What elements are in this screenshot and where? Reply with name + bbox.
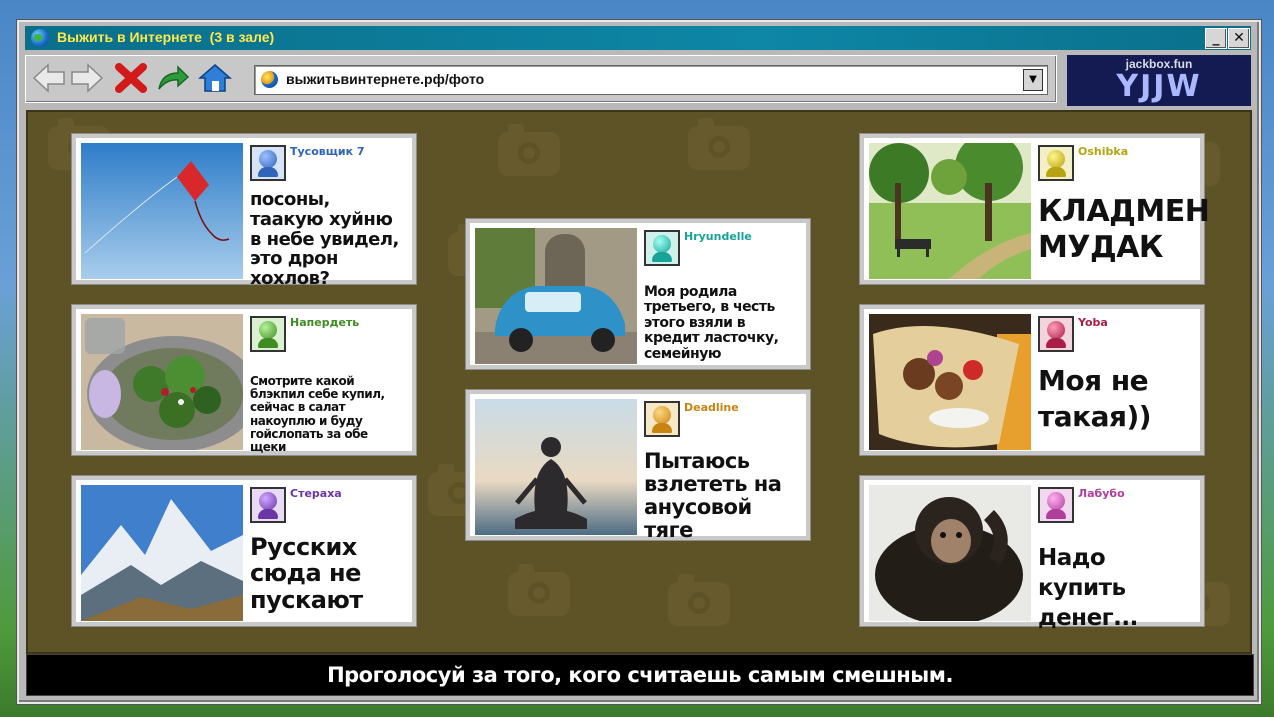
camera-pattern-icon <box>688 118 750 170</box>
title-bar[interactable]: Выжить в Интернете (3 в зале) _ ✕ <box>25 26 1251 50</box>
room-code: YJJW <box>1116 69 1202 104</box>
camera-pattern-icon <box>508 564 570 616</box>
avatar <box>250 316 286 352</box>
audience-count: (3 в зале) <box>209 29 275 45</box>
camera-pattern-icon <box>498 124 560 176</box>
home-icon[interactable] <box>198 63 232 93</box>
post-text: Моя родила третьего, в честь этого взяли… <box>644 284 779 362</box>
refresh-arrow-icon[interactable] <box>156 63 190 93</box>
kite-photo <box>81 143 243 279</box>
blue-car-photo <box>475 228 637 364</box>
globe-icon <box>31 29 49 47</box>
camera-pattern-icon <box>668 574 730 626</box>
post-card[interactable]: Yoba Моя не такая)) <box>860 305 1204 455</box>
meditation-photo <box>475 399 637 535</box>
address-bar[interactable]: выжитьвинтернете.рф/фото ▼ <box>254 65 1048 95</box>
photo-feed: Тусовщик 7 посоны, таакую хуйню в небе у… <box>26 110 1252 654</box>
post-text: посоны, таакую хуйню в небе увидел, это … <box>250 189 399 290</box>
post-card[interactable]: Стераха Русских сюда не пускают <box>72 476 416 626</box>
post-text: Надо купить денег... <box>1038 545 1138 631</box>
toolbar: выжитьвинтернете.рф/фото ▼ <box>25 55 1057 103</box>
vote-instruction-bar: Проголосуй за того, кого считаешь самым … <box>26 654 1254 696</box>
post-text: КЛАДМЕН МУДАК <box>1038 194 1210 265</box>
username: Deadline <box>684 401 739 414</box>
minimize-button[interactable]: _ <box>1205 28 1227 49</box>
salad-photo <box>81 314 243 450</box>
forward-arrow-icon[interactable] <box>70 63 104 93</box>
room-code-logo: jackbox.fun YJJW <box>1067 55 1251 106</box>
post-card[interactable]: Deadline Пытаюсь взлететь на анусовой тя… <box>466 390 810 543</box>
vote-instruction: Проголосуй за того, кого считаешь самым … <box>327 663 953 687</box>
close-button[interactable]: ✕ <box>1228 28 1250 49</box>
avatar <box>250 487 286 523</box>
username: Стераха <box>290 487 342 500</box>
kebab-photo <box>869 314 1031 450</box>
post-card[interactable]: Oshibka КЛАДМЕН МУДАК <box>860 134 1210 284</box>
post-text: Смотрите какой блэкпил себе купил, сейча… <box>250 374 385 454</box>
username: Тусовщик 7 <box>290 145 365 158</box>
stop-x-icon[interactable] <box>114 63 148 93</box>
post-card[interactable]: Лабубо Надо купить денег... <box>860 476 1204 631</box>
username: Hryundelle <box>684 230 752 243</box>
post-text: Русских сюда не пускают <box>250 533 363 614</box>
username: Лабубо <box>1078 487 1125 500</box>
back-arrow-icon[interactable] <box>32 63 66 93</box>
browser-window: Выжить в Интернете (3 в зале) _ ✕ выжить… <box>17 20 1261 704</box>
window-title: Выжить в Интернете (3 в зале) <box>57 29 275 45</box>
username: Напердеть <box>290 316 360 329</box>
avatar <box>250 145 286 181</box>
mountains-photo <box>81 485 243 621</box>
post-text: Пытаюсь взлететь на анусовой тяге <box>644 449 782 543</box>
post-card[interactable]: Напердеть Смотрите какой блэкпил себе ку… <box>72 305 416 455</box>
avatar <box>1038 145 1074 181</box>
avatar <box>644 230 680 266</box>
avatar <box>644 401 680 437</box>
avatar <box>1038 316 1074 352</box>
chevron-down-icon[interactable]: ▼ <box>1023 69 1043 91</box>
username: Oshibka <box>1078 145 1129 158</box>
chimp-photo <box>869 485 1031 621</box>
site-globe-icon <box>261 71 278 88</box>
post-card[interactable]: Тусовщик 7 посоны, таакую хуйню в небе у… <box>72 134 416 289</box>
username: Yoba <box>1078 316 1108 329</box>
post-card[interactable]: Hryundelle Моя родила третьего, в честь … <box>466 219 810 369</box>
avatar <box>1038 487 1074 523</box>
post-text: Моя не такая)) <box>1038 364 1152 434</box>
park-photo <box>869 143 1031 279</box>
url-text: выжитьвинтернете.рф/фото <box>286 71 485 87</box>
